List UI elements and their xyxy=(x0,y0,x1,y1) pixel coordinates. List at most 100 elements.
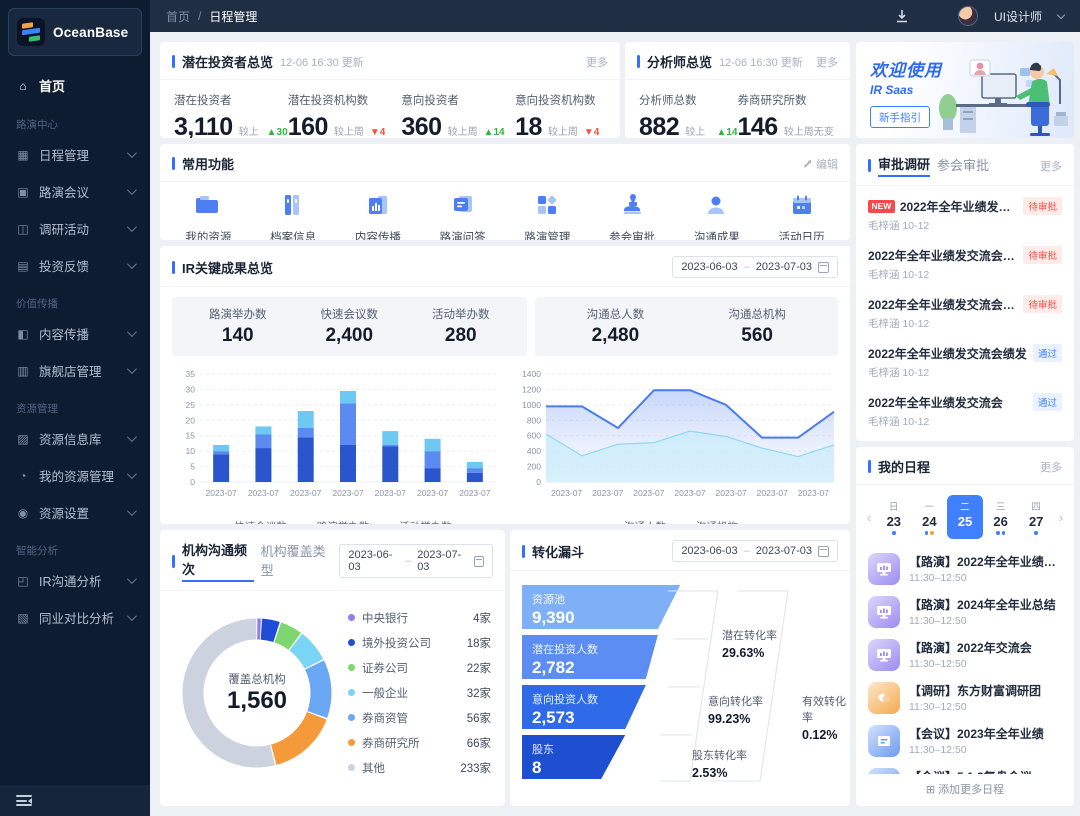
schedule-item[interactable]: 【调研】东方财富调研团 11:30–12:50 xyxy=(868,676,1062,719)
quick-item-activity-calendar[interactable]: 活动日历 xyxy=(759,194,844,240)
tab-meeting-approval[interactable]: 参会审批 xyxy=(937,155,989,176)
sidebar-item-roadshow-meeting[interactable]: ▣ 路演会议 xyxy=(0,173,150,210)
download-icon[interactable] xyxy=(894,8,910,24)
add-more-schedule-button[interactable]: ⊞ 添加更多日程 xyxy=(856,774,1074,806)
user-name[interactable]: UI设计师 xyxy=(994,8,1042,25)
document-icon xyxy=(868,724,900,757)
schedule-item[interactable]: 【路演】2022年全年业绩发交流会11:30–12:50 xyxy=(868,547,1062,590)
bar-chart-svg: 0 5 10 15 20 25 30 35 2023-07 2023-07 2023-07 2023-… xyxy=(186,369,496,498)
approval-item[interactable]: 2022年全年业绩发交流会 通过 毛梓涵 10-12 xyxy=(868,386,1062,435)
day-24[interactable]: 一 24 xyxy=(912,495,948,539)
sidebar-collapse-button[interactable] xyxy=(0,785,150,816)
sidebar-item-home[interactable]: ⌂ 首页 xyxy=(0,66,150,105)
legend-swatch xyxy=(682,523,691,524)
schedule-item[interactable]: 【会议】5.1.3复盘会议11:30–12:50 xyxy=(868,762,1062,774)
accent-bar xyxy=(172,260,175,274)
bar-chart-legend: 快速会议数 路演举办数 活动举办数 xyxy=(172,519,500,524)
investor-overview-more-link[interactable]: 更多 xyxy=(586,54,608,70)
rate-intent: 意向转化率 99.23% xyxy=(708,696,763,726)
investor-overview-title: 潜在投资者总览 xyxy=(182,55,274,70)
sidebar-item-invest-feedback[interactable]: ▤ 投资反馈 xyxy=(0,247,150,284)
sidebar-item-peer-compare[interactable]: ▧ 同业对比分析 xyxy=(0,599,150,636)
quick-functions-title: 常用功能 xyxy=(182,157,235,172)
approval-more-link[interactable]: 更多 xyxy=(1040,158,1062,174)
meeting-icon: ▣ xyxy=(17,184,29,199)
sidebar-item-research-activity[interactable]: ◫ 调研活动 xyxy=(0,210,150,247)
chevron-down-icon xyxy=(126,506,137,517)
beginner-guide-button[interactable]: 新手指引 xyxy=(870,106,930,128)
quick-item-approval[interactable]: 参会审批 xyxy=(590,194,675,240)
welcome-illustration xyxy=(939,59,1068,136)
svg-text:5: 5 xyxy=(190,462,195,472)
day-25-selected[interactable]: 二 25 xyxy=(947,495,983,539)
sidebar: OceanBase ⌂ 首页 路演中心 ▦ 日程管理 ▣ 路演会议 ◫ 调研活动… xyxy=(0,0,150,816)
approval-item[interactable]: 2022年全年业绩发交流会绩发 通过 毛梓涵 10-12 xyxy=(868,337,1062,386)
handshake-icon xyxy=(868,681,900,714)
quick-item-roadshow-mgmt[interactable]: 路演管理 xyxy=(505,194,590,240)
line-chart-legend: 沟通人数 沟通机构 xyxy=(510,519,838,524)
welcome-line2: IR Saas xyxy=(870,83,914,97)
day-27[interactable]: 四 27 xyxy=(1018,495,1054,539)
ir-overview-title: IR关键成果总览 xyxy=(182,260,274,276)
stamp-icon xyxy=(620,194,644,221)
breadcrumb-home[interactable]: 首页 xyxy=(166,8,190,25)
schedule-item[interactable]: 【路演】2024年全年业总结 11:30–12:50 xyxy=(868,590,1062,633)
tab-approval-research[interactable]: 审批调研 xyxy=(878,154,931,177)
sidebar-item-content-spread[interactable]: ◧ 内容传播 xyxy=(0,315,150,352)
welcome-banner[interactable]: 欢迎使用 IR Saas 新手指引 xyxy=(856,42,1074,138)
svg-text:2023-07: 2023-07 xyxy=(757,488,788,498)
chevron-down-icon xyxy=(126,222,137,233)
calendar-prev-icon[interactable]: ‹ xyxy=(862,510,876,525)
approval-item[interactable]: 2022年全年业绩发交流会绩发 待审批 毛梓涵 10-12 xyxy=(868,288,1062,337)
sidebar-item-resource-settings[interactable]: ◉ 资源设置 xyxy=(0,494,150,531)
ir-stat-boxes: 路演举办数 140 快速会议数 2,400 活动举办数 280 沟通总人数 2,480 … xyxy=(172,297,838,356)
schedule-more-link[interactable]: 更多 xyxy=(1040,459,1062,475)
ir-date-range-picker[interactable]: 2023-06-03–2023-07-03 xyxy=(672,256,838,278)
user-menu-chevron-icon[interactable] xyxy=(1056,10,1066,19)
quick-item-roadshow-qa[interactable]: 路演问答 xyxy=(420,194,505,240)
delta-up: ▲14 xyxy=(483,127,505,138)
pie-icon: ◔ xyxy=(19,468,27,483)
edit-quick-functions-button[interactable]: 编辑 xyxy=(803,156,838,172)
main-area: 首页 / 日程管理 UI设计师 潜在投资者总览 12-06 16:30 更新 更… xyxy=(150,0,1080,816)
day-26[interactable]: 三 26 xyxy=(983,495,1019,539)
approval-item[interactable]: 2022年全年业绩发交流会绩发 待审批 毛梓涵 10-12 xyxy=(868,239,1062,288)
accent-bar xyxy=(172,554,175,568)
sidebar-item-my-resources[interactable]: ◔ 我的资源管理 xyxy=(0,457,150,494)
sidebar-item-resource-db[interactable]: ▨ 资源信息库 xyxy=(0,420,150,457)
sidebar-item-flagship-store[interactable]: ▥ 旗舰店管理 xyxy=(0,352,150,389)
svg-text:35: 35 xyxy=(186,369,196,379)
calendar-next-icon[interactable]: › xyxy=(1054,510,1068,525)
schedule-item[interactable]: 【路演】2022年交流会 11:30–12:50 xyxy=(868,633,1062,676)
svg-text:2023-07: 2023-07 xyxy=(551,488,582,498)
chevron-down-icon xyxy=(126,327,137,338)
approval-item[interactable]: NEW 2022年全年业绩发交流会绩... 待审批 毛梓涵 10-12 xyxy=(868,190,1062,239)
quick-item-my-resources[interactable]: 我的资源 xyxy=(166,194,251,240)
org-date-range-picker[interactable]: 2023-06-03–2023-07-03 xyxy=(339,544,494,578)
logo[interactable]: OceanBase xyxy=(8,8,142,56)
status-badge: 待审批 xyxy=(1023,246,1062,264)
quick-item-content-spread[interactable]: 内容传播 xyxy=(336,194,421,240)
tab-org-coverage[interactable]: 机构覆盖类型 xyxy=(261,541,333,581)
schedule-panel: 我的日程 更多 ‹ 日 23 一 24 二 25 三 26 四 27 › 【路演… xyxy=(856,447,1074,806)
quick-item-archive-info[interactable]: 档案信息 xyxy=(251,194,336,240)
funnel-date-range-picker[interactable]: 2023-06-03–2023-07-03 xyxy=(672,540,838,562)
quick-item-comm-results[interactable]: 沟通成果 xyxy=(675,194,760,240)
sidebar-item-ir-analysis[interactable]: ◰ IR沟通分析 xyxy=(0,562,150,599)
status-badge: 通过 xyxy=(1032,344,1062,362)
legend-row: 一般企业 32家 xyxy=(348,680,491,705)
person-icon xyxy=(705,194,729,221)
analyst-overview-more-link[interactable]: 更多 xyxy=(816,54,838,70)
avatar[interactable] xyxy=(957,6,978,26)
schedule-item[interactable]: 【会议】2023年全年业绩 11:30–12:50 xyxy=(868,719,1062,762)
tab-org-frequency[interactable]: 机构沟通频次 xyxy=(182,540,254,582)
accent-bar xyxy=(868,159,871,172)
sidebar-item-schedule-mgmt[interactable]: ▦ 日程管理 xyxy=(0,136,150,173)
accent-bar xyxy=(172,157,175,170)
svg-text:2023-07: 2023-07 xyxy=(248,488,279,498)
day-23[interactable]: 日 23 xyxy=(876,495,912,539)
welcome-line1: 欢迎使用 xyxy=(870,61,942,80)
apps-grid-icon[interactable] xyxy=(926,8,942,24)
delta-up: ▲14 xyxy=(716,127,738,138)
chevron-down-icon xyxy=(126,185,137,196)
